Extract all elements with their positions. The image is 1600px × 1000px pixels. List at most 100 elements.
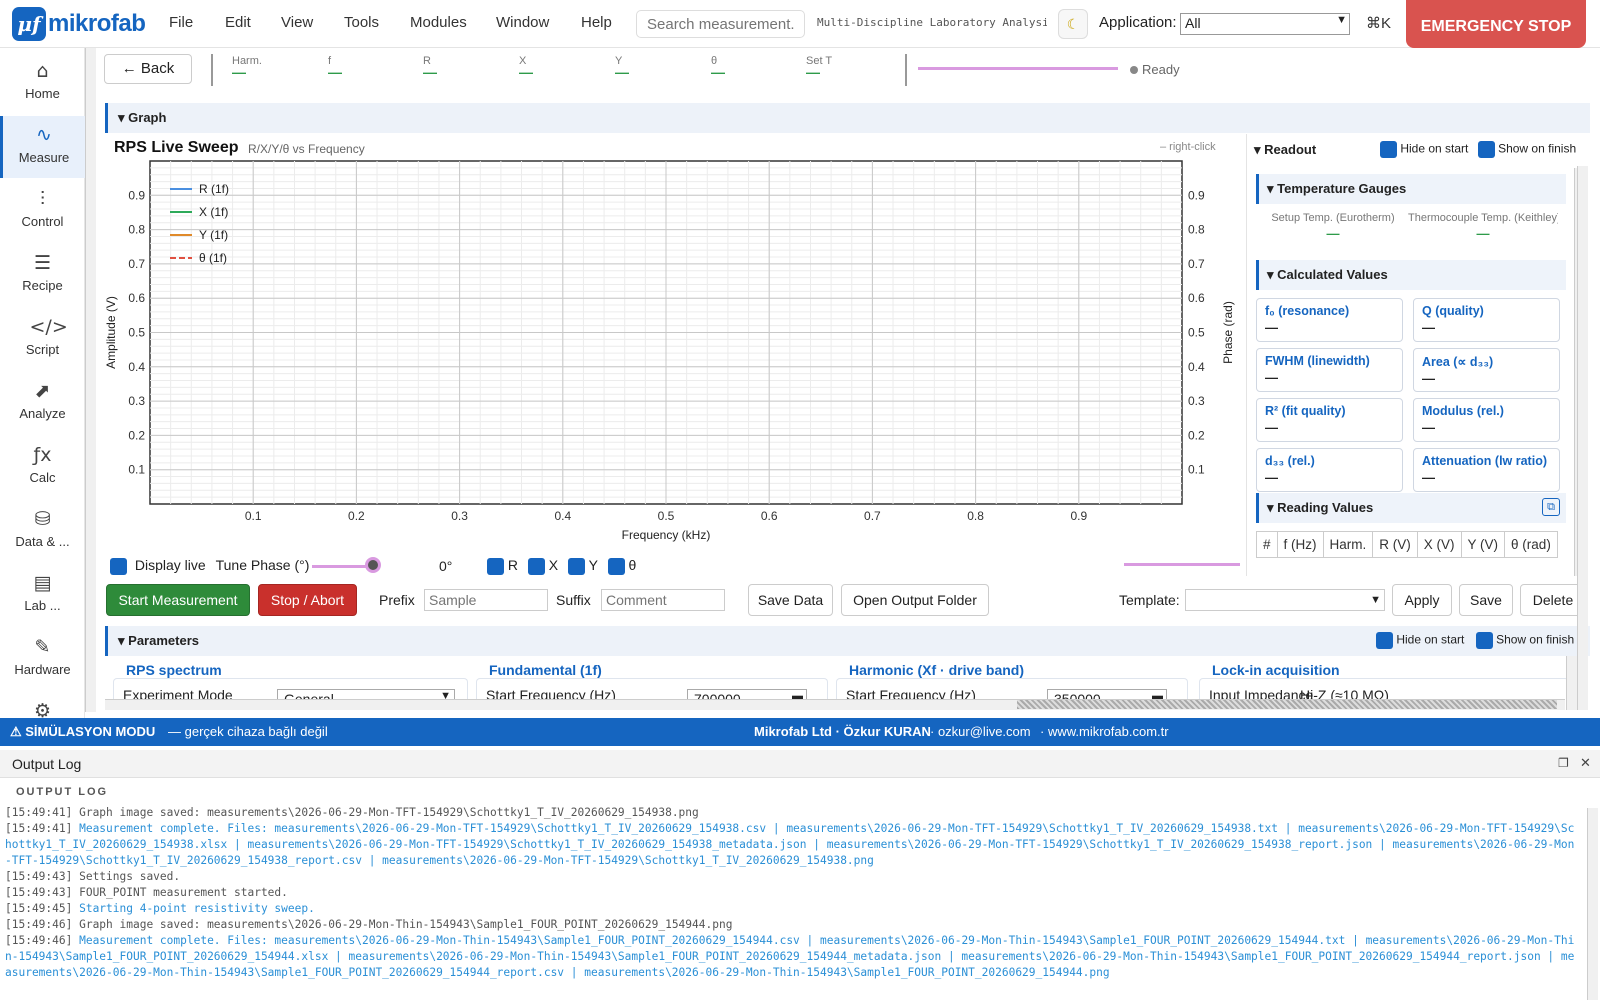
show-on-finish-checkbox[interactable] (1477, 141, 1495, 158)
back-button[interactable]: ← Back (104, 54, 192, 84)
column-header[interactable]: f (Hz) (1276, 531, 1324, 558)
graph-hint: – right-click (1160, 141, 1216, 153)
calc-label: f₀ (resonance) (1265, 304, 1350, 318)
column-header[interactable]: Harm. (1322, 531, 1374, 558)
toggle-y-checkbox[interactable] (568, 557, 586, 575)
theme-toggle-button[interactable]: ☾ (1058, 9, 1088, 39)
stop-abort-button[interactable]: Stop / Abort (258, 584, 357, 616)
y-tick-label: 0.5 (128, 326, 145, 340)
log-line: [15:49:41] Measurement complete. Files: … (5, 821, 1580, 869)
hide-on-start-checkbox[interactable] (1380, 141, 1397, 158)
copy-icon[interactable]: ⧉ (1542, 498, 1560, 516)
menu-modules[interactable]: Modules (410, 14, 467, 31)
menu-tools[interactable]: Tools (344, 14, 379, 31)
sidebar-item-measure[interactable]: ∿ Measure (0, 116, 85, 178)
save-data-button[interactable]: Save Data (748, 584, 833, 616)
reading-value: — (232, 64, 246, 80)
graph-section-header[interactable]: ▾ Graph (105, 103, 1590, 133)
readout-panel: ▾ Readout Hide on start Show on finish ▾… (1250, 138, 1587, 578)
param-hide-on-start-checkbox[interactable] (1376, 632, 1393, 649)
template-select[interactable]: ▼ (1185, 589, 1385, 611)
open-output-folder-button[interactable]: Open Output Folder (841, 584, 989, 616)
calc-label: Attenuation (lw ratio) (1422, 454, 1547, 468)
website-link[interactable]: · www.mikrofab.com.tr (1040, 718, 1169, 746)
thermocouple-temp-value: — (1476, 226, 1490, 241)
sweep-chart[interactable]: 0.1 0.2 0.3 0.4 0.5 0.6 0.7 0.8 0.9 0.1 0.2 0.3 0.4 0… (105, 158, 1245, 553)
sidebar-item-control[interactable]: ⫶ Control (0, 180, 85, 242)
scroll-thumb[interactable] (1017, 700, 1557, 709)
emergency-stop-button[interactable]: EMERGENCY STOP (1406, 0, 1586, 48)
apply-button[interactable]: Apply (1392, 584, 1452, 616)
parameters-section-header[interactable]: ▾ Parameters (105, 626, 1590, 656)
collapse-caret-icon: ▾ (1267, 500, 1274, 515)
log-timestamp: [15:49:46] (5, 918, 73, 931)
graph-subtitle: R/X/Y/θ vs Frequency (248, 142, 365, 156)
search-input[interactable] (636, 10, 805, 38)
column-header[interactable]: R (V) (1372, 531, 1418, 558)
reading-values-header[interactable]: ▾ Reading Values (1256, 493, 1566, 523)
save-button[interactable]: Save (1459, 584, 1513, 616)
display-live-checkbox[interactable] (110, 557, 127, 575)
sidebar-item-calc[interactable]: ƒx Calc (0, 436, 85, 498)
toggle-x-checkbox[interactable] (527, 557, 545, 575)
sidebar-item-hardware[interactable]: ✎ Hardware (0, 628, 85, 690)
menubar: μf mikrofab File Edit View Tools Modules… (0, 0, 1600, 48)
sidebar-item-home[interactable]: ⌂ Home (0, 52, 85, 114)
column-header[interactable]: Y (V) (1460, 531, 1506, 558)
application-select[interactable]: All ▼ (1180, 13, 1350, 35)
param-show-on-finish-checkbox[interactable] (1475, 632, 1493, 649)
y-tick-label: 0.2 (128, 428, 145, 442)
sidebar-item-data[interactable]: ⛁ Data & ... (0, 500, 85, 562)
prefix-input[interactable] (424, 589, 548, 611)
column-header[interactable]: # (1256, 531, 1278, 558)
collapse-caret-icon: ▾ (1254, 142, 1261, 157)
contact-email[interactable]: · ozkur@live.com (930, 718, 1031, 746)
chevron-down-icon: ▼ (1336, 14, 1347, 26)
column-header[interactable]: θ (rad) (1504, 531, 1558, 558)
menu-window[interactable]: Window (496, 14, 549, 31)
command-palette-shortcut[interactable]: ⌘K (1366, 14, 1391, 32)
y-tick-label: 0.4 (128, 360, 145, 374)
suffix-input[interactable] (601, 589, 725, 611)
main-scrollbar[interactable] (1577, 166, 1588, 710)
restore-icon[interactable]: ❐ (1558, 756, 1569, 770)
log-scrollbar[interactable] (1587, 808, 1598, 1000)
sidebar-item-recipe[interactable]: ☰ Recipe (0, 244, 85, 306)
sidebar-scrollbar[interactable] (85, 48, 96, 712)
menu-file[interactable]: File (169, 14, 193, 31)
sidebar-item-analyze[interactable]: ⬈ Analyze (0, 372, 85, 434)
log-timestamp: [15:49:45] (5, 902, 73, 915)
x-tick-label: 0.8 (967, 509, 984, 523)
calc-value: — (1422, 371, 1435, 386)
chevron-down-icon: ▼ (1370, 594, 1381, 606)
calc-card: FWHM (linewidth) — (1256, 348, 1403, 392)
readout-header[interactable]: ▾ Readout (1254, 142, 1316, 158)
menu-help[interactable]: Help (581, 14, 612, 31)
param-hide-on-start-label: Hide on start (1396, 632, 1465, 647)
y2-tick-label: 0.6 (1188, 291, 1205, 305)
menu-edit[interactable]: Edit (225, 14, 251, 31)
sidebar-item-lab[interactable]: ▤ Lab ... (0, 564, 85, 626)
calc-card: d₃₃ (rel.) — (1256, 448, 1403, 492)
param-group-title: Lock-in acquisition (1212, 662, 1340, 678)
toggle-theta-checkbox[interactable] (607, 557, 625, 575)
tune-phase-slider-handle[interactable] (365, 557, 381, 573)
param-group-title: Fundamental (1f) (489, 662, 602, 678)
log-line: [15:49:46] Measurement complete. Files: … (5, 933, 1580, 981)
output-log-body[interactable]: [15:49:41] Graph image saved: measuremen… (0, 805, 1580, 1000)
display-live-label: Display live (134, 557, 206, 573)
template-label: Template: (1119, 592, 1180, 608)
close-icon[interactable]: ✕ (1580, 755, 1591, 771)
x-tick-label: 0.4 (554, 509, 571, 523)
parameters-vscrollbar[interactable] (1566, 656, 1577, 710)
parameters-hscrollbar[interactable] (105, 699, 1565, 710)
sidebar-item-label: Lab ... (24, 598, 61, 613)
temperature-gauges-header[interactable]: ▾ Temperature Gauges (1256, 174, 1566, 204)
menu-view[interactable]: View (281, 14, 313, 31)
sidebar-item-script[interactable]: </> Script (0, 308, 85, 370)
toggle-r-checkbox[interactable] (487, 557, 504, 575)
start-measurement-button[interactable]: Start Measurement (106, 584, 250, 616)
column-header[interactable]: X (V) (1416, 531, 1462, 558)
calculated-values-header[interactable]: ▾ Calculated Values (1256, 260, 1566, 290)
calc-label: Q (quality) (1422, 304, 1484, 318)
